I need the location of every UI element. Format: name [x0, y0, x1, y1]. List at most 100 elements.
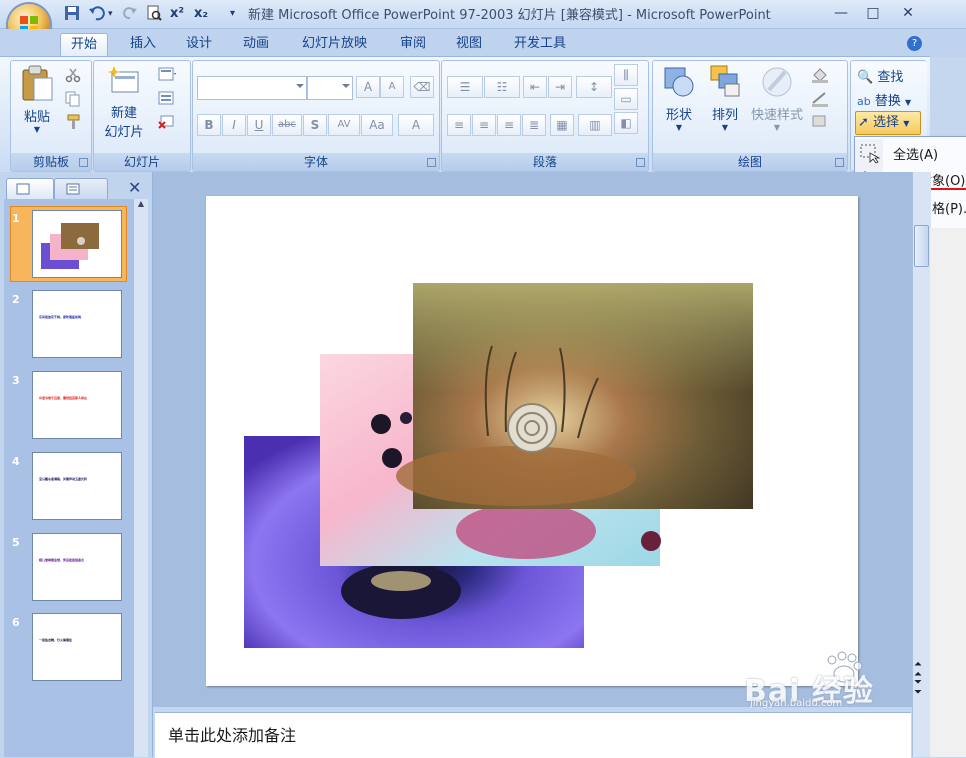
format-painter-icon[interactable] [64, 113, 84, 133]
slide-thumbnail-5[interactable]: 蛾儿雪柳黄金缕，笑语盈盈暗香去 [32, 533, 122, 601]
text-direction-icon[interactable]: ⫼ [614, 64, 638, 86]
tab-slideshow[interactable]: 幻灯片放映 [292, 33, 377, 55]
slide-thumbnail-6[interactable]: 一夜鱼龙舞，灯火阑珊处 [32, 613, 122, 681]
chevron-down-icon: ▼ [903, 119, 910, 128]
minimize-button[interactable]: — [826, 2, 856, 24]
grow-font-button[interactable]: A [356, 76, 380, 98]
group-label: 字体 [193, 153, 439, 171]
find-label: 查找 [877, 70, 904, 85]
paste-button[interactable]: 粘贴 ▼ [16, 64, 58, 134]
tab-home[interactable]: 开始 [60, 33, 109, 56]
undo-dropdown-icon[interactable]: ▾ [108, 5, 113, 23]
slide-thumbnail-3[interactable]: 众里寻他千百度，蓦然回首那人却在 [32, 371, 122, 439]
undo-icon[interactable] [88, 5, 106, 23]
watermark-url: jingyan.baidu.com [750, 698, 843, 709]
align-text-icon[interactable]: ▭ [614, 88, 638, 110]
new-slide-icon [107, 66, 139, 93]
tab-developer[interactable]: 开发工具 [504, 33, 576, 55]
redo-icon[interactable] [122, 5, 138, 23]
reset-slide-icon[interactable] [157, 90, 177, 110]
decrease-indent-icon[interactable]: ⇤ [523, 76, 547, 98]
menu-item-select-all[interactable]: 全选(A) [893, 144, 938, 163]
scroll-up-icon[interactable]: ▲ [134, 199, 148, 208]
tab-review[interactable]: 审阅 [390, 33, 436, 55]
tab-insert[interactable]: 插入 [120, 33, 166, 55]
replace-label: 替换 [874, 94, 901, 109]
new-slide-button[interactable]: 新建 幻灯片 [96, 64, 152, 140]
font-name-combo[interactable] [197, 76, 307, 100]
slide-images [244, 283, 753, 648]
scrollbar-thumb[interactable] [914, 225, 929, 267]
replace-button[interactable]: ab 替换 ▼ [857, 90, 911, 109]
dialog-launcher-icon[interactable] [427, 158, 436, 167]
cut-icon[interactable] [64, 66, 84, 86]
print-preview-icon[interactable] [146, 5, 162, 23]
char-spacing-button[interactable]: AV [328, 114, 360, 136]
font-color-button[interactable]: A [398, 114, 434, 136]
shape-effects-icon[interactable] [810, 113, 830, 133]
shrink-font-button[interactable]: A [380, 76, 404, 98]
italic-button[interactable]: I [222, 114, 246, 136]
tab-outline-view[interactable] [54, 178, 108, 200]
save-icon[interactable] [64, 5, 80, 23]
paste-label: 粘贴 [23, 110, 50, 125]
close-button[interactable]: ✕ [893, 2, 923, 24]
justify-icon[interactable]: ≣ [522, 114, 546, 136]
slide-thumbnail-2[interactable]: 东风夜放花千树，更吹落星如雨 [32, 290, 122, 358]
dialog-launcher-icon[interactable] [636, 158, 645, 167]
tab-slides-view[interactable] [6, 178, 54, 200]
subscript-button[interactable]: x₂ [194, 5, 208, 23]
select-all-icon [855, 139, 883, 167]
select-button[interactable]: ➚ 选择 ▼ [855, 111, 921, 135]
align-right-icon[interactable]: ≡ [497, 114, 521, 136]
restore-button[interactable]: □ [858, 2, 888, 24]
slide-thumbnail-1[interactable] [32, 210, 122, 278]
bullets-icon[interactable]: ☰ [447, 76, 483, 98]
numbering-icon[interactable]: ☷ [484, 76, 520, 98]
find-button[interactable]: 🔍 查找 [857, 66, 903, 85]
align-left-icon[interactable]: ≡ [447, 114, 471, 136]
bold-button[interactable]: B [197, 114, 221, 136]
help-icon[interactable]: ? [907, 36, 922, 51]
shape-outline-icon[interactable] [810, 90, 830, 110]
line-spacing-icon[interactable]: ↕ [576, 76, 612, 98]
shadow-button[interactable]: S [303, 114, 327, 136]
delete-slide-icon[interactable] [157, 113, 177, 133]
strikethrough-button[interactable]: abc [272, 114, 302, 136]
tab-view[interactable]: 视图 [446, 33, 492, 55]
shapes-label: 形状 [665, 108, 692, 123]
slide-number: 1 [12, 212, 20, 225]
slide-title-text: 宝马雕车香满路，凤箫声动玉壶光转 [39, 477, 88, 481]
slide-canvas[interactable] [206, 196, 858, 686]
tab-animations[interactable]: 动画 [233, 33, 279, 55]
slide-title-text: 众里寻他千百度，蓦然回首那人却在 [39, 396, 88, 400]
clear-format-icon[interactable]: ⌫ [410, 76, 434, 98]
superscript-button[interactable]: x² [170, 5, 184, 23]
dialog-launcher-icon[interactable] [835, 158, 844, 167]
arrange-icon [710, 65, 740, 97]
outline-icon [66, 183, 80, 195]
quick-styles-button[interactable]: 快速样式 ▼ [748, 64, 806, 132]
customize-qat-icon[interactable]: ▾ [230, 5, 235, 23]
copy-icon[interactable] [64, 90, 84, 110]
align-center-icon[interactable]: ≡ [472, 114, 496, 136]
arrange-button[interactable]: 排列 ▼ [706, 64, 744, 132]
underline-button[interactable]: U [247, 114, 271, 136]
shape-fill-icon[interactable] [810, 66, 830, 86]
increase-indent-icon[interactable]: ⇥ [548, 76, 572, 98]
close-pane-icon[interactable]: ✕ [128, 178, 141, 197]
shapes-button[interactable]: 形状 ▼ [660, 64, 698, 132]
smartart-icon[interactable]: ◧ [614, 112, 638, 134]
chevron-down-icon: ▼ [773, 123, 781, 132]
distributed-icon[interactable]: ▦ [550, 114, 574, 136]
slides-pane-scrollbar[interactable]: ▲ [134, 199, 148, 757]
dialog-launcher-icon[interactable] [79, 158, 88, 167]
layout-icon[interactable] [157, 66, 177, 86]
change-case-button[interactable]: Aa [361, 114, 393, 136]
columns-icon[interactable]: ▥ [578, 114, 612, 136]
slide-number: 2 [12, 293, 20, 306]
slide-number: 4 [12, 455, 20, 468]
slide-thumbnail-4[interactable]: 宝马雕车香满路，凤箫声动玉壶光转 [32, 452, 122, 520]
tab-design[interactable]: 设计 [176, 33, 222, 55]
font-size-combo[interactable] [307, 76, 353, 100]
